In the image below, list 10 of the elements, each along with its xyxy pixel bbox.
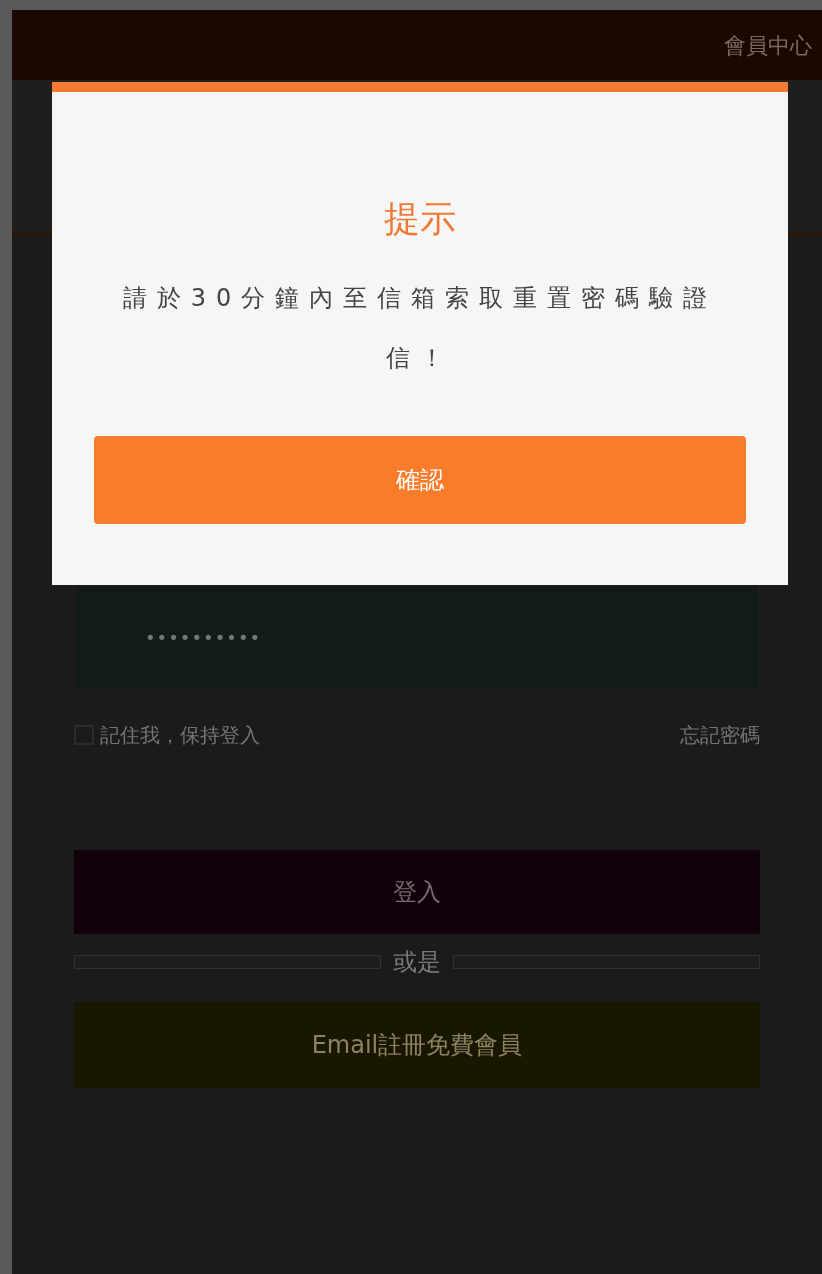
remember-label: 記住我，保持登入 — [100, 722, 260, 749]
login-button[interactable]: 登入 — [74, 850, 760, 934]
divider-text: 或是 — [393, 947, 441, 978]
forgot-password-link[interactable]: 忘記密碼 — [680, 720, 760, 750]
confirm-button[interactable]: 確認 — [94, 436, 746, 524]
register-button[interactable]: Email註冊免費會員 — [74, 1002, 760, 1088]
dialog-title: 提示 — [384, 197, 456, 241]
header-title: 會員中心 — [724, 31, 812, 60]
dialog-message: 請於30分鐘內至信箱索取重置密碼驗證信！ — [121, 283, 719, 374]
password-field[interactable]: •••••••••• — [74, 585, 760, 690]
